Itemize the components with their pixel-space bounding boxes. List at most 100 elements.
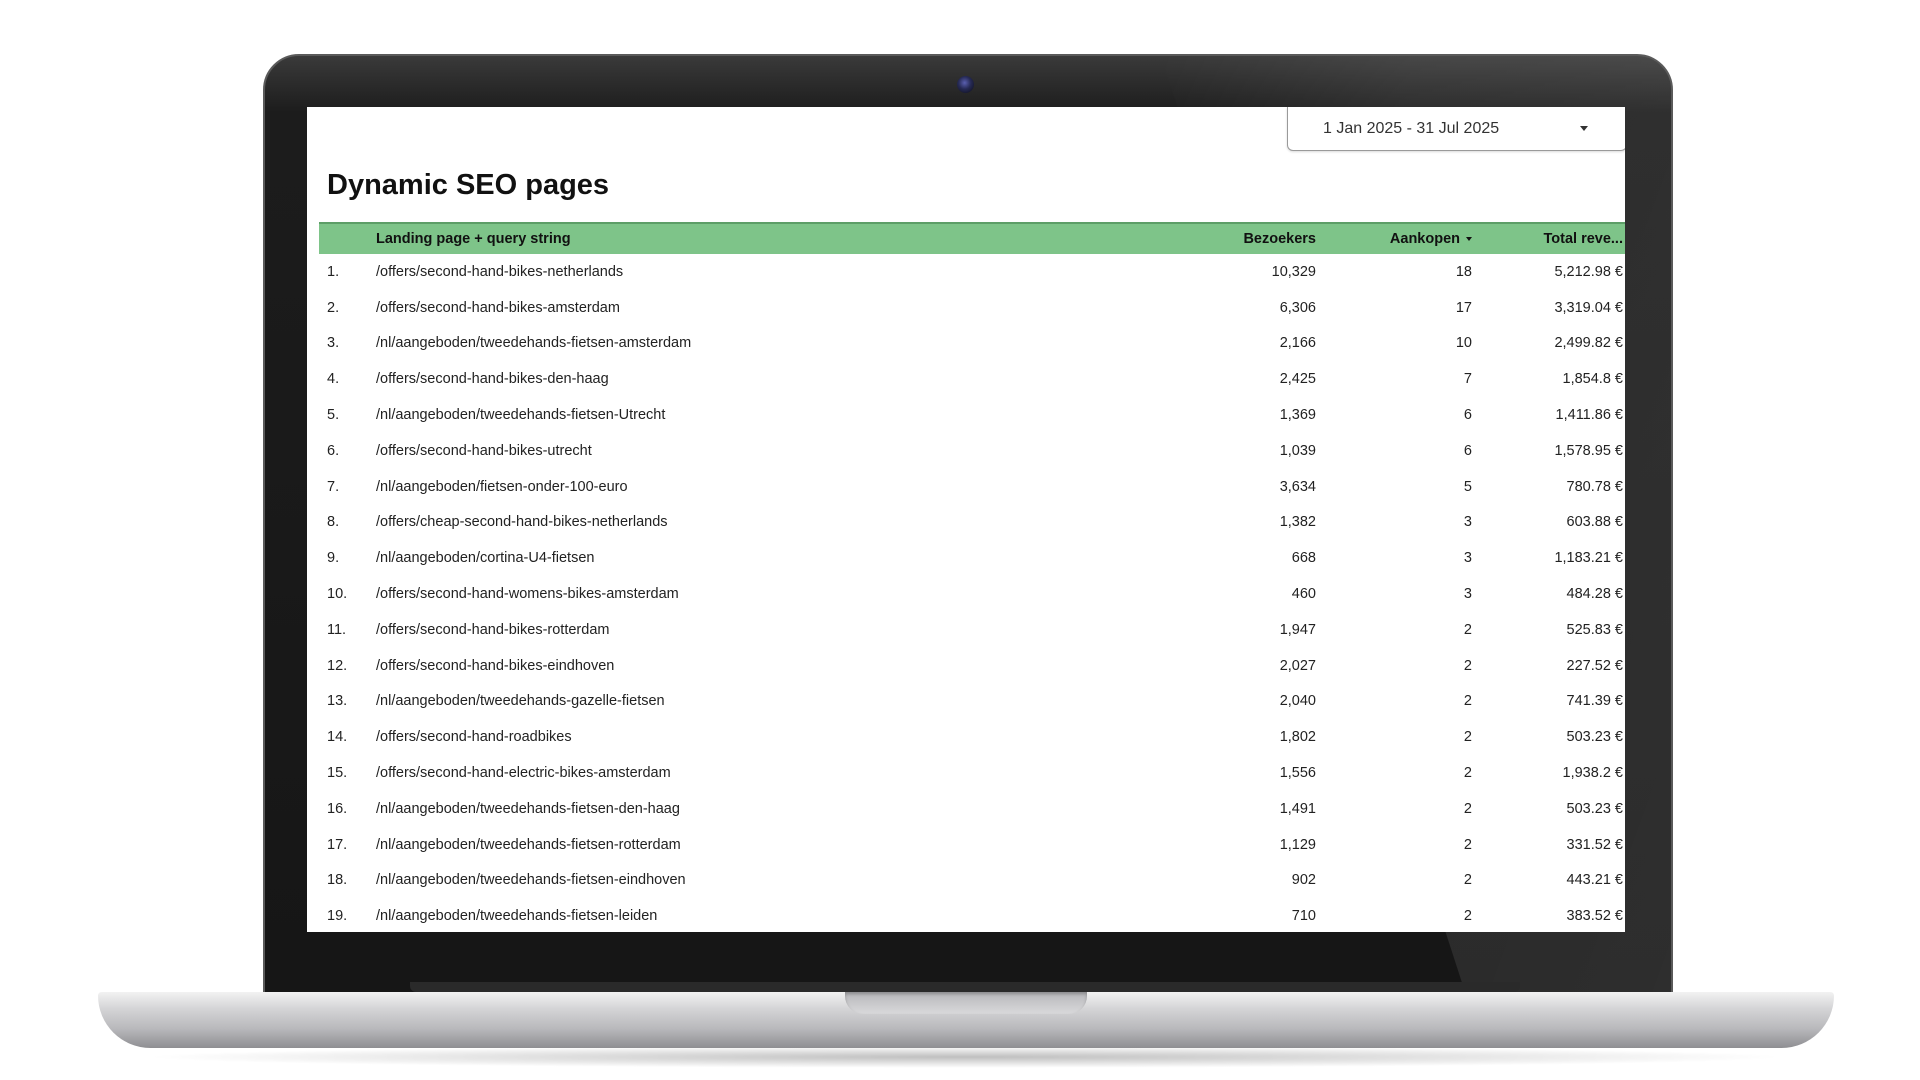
header-purchases[interactable]: Aankopen [1316, 231, 1472, 247]
row-page-url: /nl/aangeboden/tweedehands-fietsen-rotte… [376, 836, 681, 853]
header-visitors[interactable]: Bezoekers [1196, 231, 1316, 247]
row-index: 10. [327, 586, 348, 603]
header-purchases-label: Aankopen [1389, 231, 1460, 247]
row-purchases: 2 [1463, 800, 1472, 817]
table-row[interactable]: 17. /nl/aangeboden/tweedehands-fietsen-ro… [319, 826, 1625, 863]
row-revenue: 1,938.2 € [1562, 765, 1623, 782]
row-revenue: 603.88 € [1566, 514, 1623, 531]
row-visitors: 2,166 [1279, 335, 1316, 352]
row-revenue: 1,183.21 € [1554, 550, 1623, 567]
row-index: 3. [327, 335, 340, 352]
row-page-url: /offers/second-hand-bikes-amsterdam [376, 299, 620, 316]
row-revenue: 5,212.98 € [1554, 263, 1623, 280]
row-index: 18. [327, 872, 348, 889]
table-row[interactable]: 1. /offers/second-hand-bikes-netherlands 1… [319, 254, 1625, 290]
row-visitors: 668 [1291, 550, 1316, 567]
row-purchases: 3 [1463, 586, 1472, 603]
table-row[interactable]: 4. /offers/second-hand-bikes-den-haag 2,42… [319, 361, 1625, 398]
row-revenue: 2,499.82 € [1554, 335, 1623, 352]
row-index: 6. [327, 442, 340, 459]
row-page-url: /offers/second-hand-bikes-netherlands [376, 263, 624, 280]
table-row[interactable]: 8. /offers/cheap-second-hand-bikes-nether… [319, 504, 1625, 541]
row-revenue: 1,854.8 € [1562, 371, 1623, 388]
table-row[interactable]: 11. /offers/second-hand-bikes-rotterdam 1,… [319, 611, 1625, 648]
row-visitors: 710 [1291, 908, 1316, 925]
row-purchases: 2 [1463, 872, 1472, 889]
table-row[interactable]: 5. /nl/aangeboden/tweedehands-fietsen-Utr… [319, 397, 1625, 433]
table-row[interactable]: 6. /offers/second-hand-bikes-utrecht 1,039… [319, 432, 1625, 469]
table-row[interactable]: 7. /nl/aangeboden/fietsen-onder-100-euro 3… [319, 468, 1625, 505]
row-index: 12. [327, 657, 348, 674]
row-revenue: 3,319.04 € [1554, 299, 1623, 316]
row-purchases: 6 [1463, 407, 1472, 424]
row-visitors: 1,129 [1279, 836, 1316, 853]
table-row[interactable]: 16. /nl/aangeboden/tweedehands-fietsen-de… [319, 790, 1625, 827]
row-index: 16. [327, 800, 348, 817]
row-purchases: 2 [1463, 836, 1472, 853]
row-page-url: /offers/second-hand-womens-bikes-amsterd… [376, 586, 679, 603]
row-page-url: /offers/second-hand-bikes-rotterdam [376, 621, 610, 638]
caret-down-icon[interactable] [1580, 126, 1588, 131]
row-page-url: /nl/aangeboden/tweedehands-fietsen-den-h… [376, 800, 680, 817]
row-visitors: 3,634 [1279, 478, 1316, 495]
row-revenue: 227.52 € [1566, 657, 1623, 674]
row-purchases: 3 [1463, 550, 1472, 567]
row-visitors: 1,369 [1279, 407, 1316, 424]
row-revenue: 484.28 € [1566, 586, 1623, 603]
laptop-screen: 1 Jan 2025 - 31 Jul 2025 Dynamic SEO pag… [307, 107, 1625, 932]
row-visitors: 1,491 [1279, 800, 1316, 817]
table-body: 1. /offers/second-hand-bikes-netherlands 1… [319, 254, 1625, 932]
table-row[interactable]: 18. /nl/aangeboden/tweedehands-fietsen-ei… [319, 862, 1625, 899]
table-row[interactable]: 13. /nl/aangeboden/tweedehands-gazelle-fi… [319, 683, 1625, 720]
row-visitors: 2,040 [1279, 693, 1316, 710]
row-page-url: /nl/aangeboden/tweedehands-fietsen-leide… [376, 908, 658, 925]
laptop-notch [845, 992, 1087, 1014]
camera-icon [957, 76, 974, 93]
row-page-url: /offers/cheap-second-hand-bikes-netherla… [376, 514, 668, 531]
row-page-url: /offers/second-hand-bikes-den-haag [376, 371, 609, 388]
table-row[interactable]: 15. /offers/second-hand-electric-bikes-am… [319, 755, 1625, 791]
row-index: 9. [327, 550, 340, 567]
row-page-url: /nl/aangeboden/cortina-U4-fietsen [376, 550, 595, 567]
row-visitors: 2,425 [1279, 371, 1316, 388]
seo-pages-table: Landing page + query string Bezoekers Aa… [319, 222, 1625, 932]
row-visitors: 6,306 [1279, 299, 1316, 316]
table-row[interactable]: 12. /offers/second-hand-bikes-eindhoven 2,… [319, 647, 1625, 684]
row-page-url: /nl/aangeboden/tweedehands-fietsen-amste… [376, 335, 692, 352]
row-revenue: 443.21 € [1566, 872, 1623, 889]
row-revenue: 780.78 € [1566, 478, 1623, 495]
header-total-revenue[interactable]: Total reve... [1472, 231, 1625, 247]
table-row[interactable]: 9. /nl/aangeboden/cortina-U4-fietsen 668 3 1… [319, 540, 1625, 577]
row-index: 2. [327, 299, 340, 316]
row-visitors: 1,556 [1279, 765, 1316, 782]
table-row[interactable]: 2. /offers/second-hand-bikes-amsterdam 6,3… [319, 289, 1625, 326]
row-revenue: 503.23 € [1566, 800, 1623, 817]
row-index: 19. [327, 908, 348, 925]
row-purchases: 2 [1463, 908, 1472, 925]
row-purchases: 18 [1455, 263, 1472, 280]
row-visitors: 10,329 [1271, 263, 1316, 280]
row-index: 8. [327, 514, 340, 531]
row-index: 1. [327, 263, 340, 280]
row-index: 14. [327, 729, 348, 746]
row-purchases: 2 [1463, 621, 1472, 638]
row-purchases: 7 [1463, 371, 1472, 388]
row-revenue: 331.52 € [1566, 836, 1623, 853]
row-purchases: 10 [1455, 335, 1472, 352]
page-title: Dynamic SEO pages [327, 169, 610, 201]
row-purchases: 2 [1463, 765, 1472, 782]
row-purchases: 3 [1463, 514, 1472, 531]
row-index: 5. [327, 407, 340, 424]
table-row[interactable]: 3. /nl/aangeboden/tweedehands-fietsen-ams… [319, 325, 1625, 362]
row-purchases: 2 [1463, 729, 1472, 746]
header-landing-page[interactable]: Landing page + query string [376, 231, 1196, 247]
table-row[interactable]: 10. /offers/second-hand-womens-bikes-amst… [319, 576, 1625, 612]
row-index: 15. [327, 765, 348, 782]
date-range-picker[interactable]: 1 Jan 2025 - 31 Jul 2025 [1287, 107, 1625, 151]
row-revenue: 741.39 € [1566, 693, 1623, 710]
row-index: 13. [327, 693, 348, 710]
table-row[interactable]: 14. /offers/second-hand-roadbikes 1,802 2 50… [319, 719, 1625, 756]
row-page-url: /offers/second-hand-electric-bikes-amste… [376, 765, 671, 782]
row-index: 17. [327, 836, 348, 853]
table-row[interactable]: 19. /nl/aangeboden/tweedehands-fietsen-le… [319, 898, 1625, 932]
